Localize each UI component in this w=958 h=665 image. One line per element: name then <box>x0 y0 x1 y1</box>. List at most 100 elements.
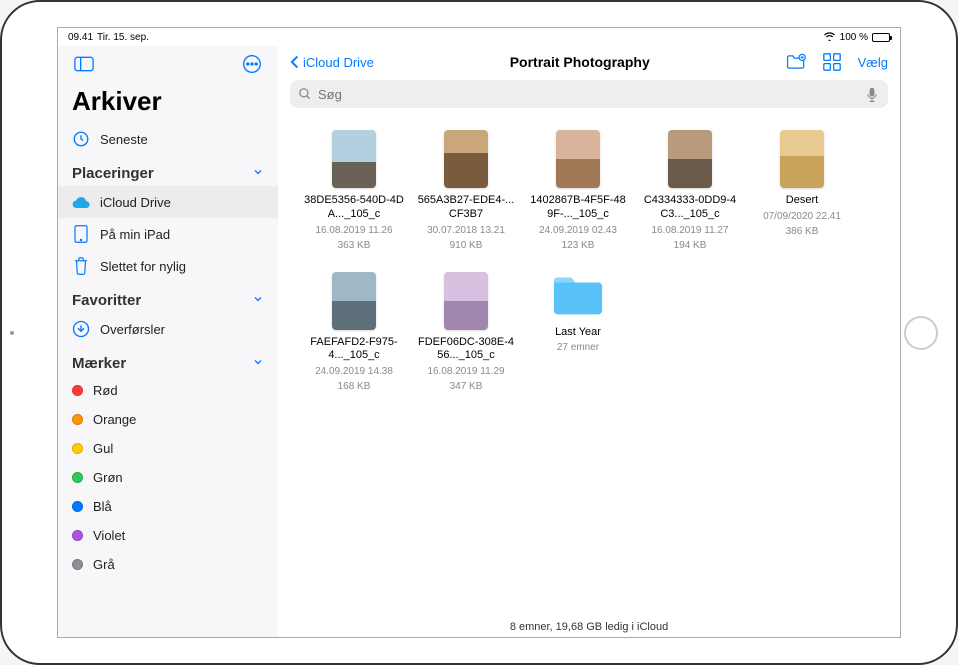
download-icon <box>72 320 90 338</box>
file-size: 363 KB <box>338 239 371 252</box>
sidebar-toggle-icon[interactable] <box>72 52 96 76</box>
folder-icon <box>549 272 607 320</box>
sidebar-item-label: iCloud Drive <box>100 195 171 210</box>
file-size: 168 KB <box>338 380 371 393</box>
sidebar-item-on-my-ipad[interactable]: På min iPad <box>58 218 278 250</box>
file-item[interactable]: FDEF06DC-308E-456..._105_c 16.08.2019 11… <box>410 266 522 408</box>
sidebar-tag-item[interactable]: Grøn <box>58 463 278 492</box>
file-name: 38DE5356-540D-4DA..._105_c <box>304 194 404 222</box>
file-thumbnail <box>332 272 376 330</box>
file-name: Last Year <box>555 326 601 340</box>
file-size: 347 KB <box>450 380 483 393</box>
tag-dot-icon <box>72 472 83 483</box>
chevron-down-icon <box>252 165 264 182</box>
more-icon[interactable] <box>240 52 264 76</box>
file-size: 386 KB <box>786 225 819 238</box>
sidebar: Arkiver Seneste Placeringer <box>58 46 278 637</box>
mic-icon[interactable] <box>866 87 880 101</box>
file-date: 16.08.2019 11.26 <box>315 224 392 237</box>
select-button[interactable]: Vælg <box>858 55 888 70</box>
sidebar-tag-item[interactable]: Violet <box>58 521 278 550</box>
file-size: 194 KB <box>674 239 707 252</box>
status-date: Tir. 15. sep. <box>97 32 149 43</box>
sidebar-item-label: Grøn <box>93 470 123 485</box>
sidebar-item-label: Gul <box>93 441 113 456</box>
file-name: 565A3B27-EDE4-...CF3B7 <box>416 194 516 222</box>
page-title: Portrait Photography <box>510 54 650 70</box>
sidebar-item-label: Rød <box>93 383 118 398</box>
file-size: 123 KB <box>562 239 595 252</box>
file-thumbnail <box>444 272 488 330</box>
sidebar-tag-item[interactable]: Grå <box>58 550 278 579</box>
search-field[interactable] <box>290 80 888 108</box>
ipad-icon <box>72 225 90 243</box>
sidebar-item-icloud-drive[interactable]: iCloud Drive <box>58 186 278 218</box>
file-item[interactable]: C4334333-0DD9-4C3..._105_c 16.08.2019 11… <box>634 124 746 266</box>
file-item[interactable]: Desert 07/09/2020 22.41 386 KB <box>746 124 858 266</box>
wifi-icon <box>823 33 836 41</box>
footer-status: 8 emner, 19,68 GB ledig i iCloud <box>278 615 900 637</box>
sidebar-item-downloads[interactable]: Overførsler <box>58 313 278 345</box>
file-thumbnail <box>556 130 600 188</box>
file-date: 24.09.2019 14.38 <box>315 365 393 378</box>
file-name: FAEFAFD2-F975-4..._105_c <box>304 336 404 364</box>
sidebar-item-recent[interactable]: Seneste <box>58 123 278 155</box>
view-grid-button[interactable] <box>822 52 842 72</box>
battery-icon <box>872 33 890 42</box>
file-name: C4334333-0DD9-4C3..._105_c <box>640 194 740 222</box>
sidebar-tag-item[interactable]: Rød <box>58 376 278 405</box>
chevron-down-icon <box>252 292 264 309</box>
search-input[interactable] <box>318 87 860 102</box>
home-button[interactable] <box>904 316 938 350</box>
sidebar-item-label: Violet <box>93 528 125 543</box>
cloud-icon <box>72 193 90 211</box>
sidebar-item-label: Grå <box>93 557 115 572</box>
chevron-left-icon <box>290 55 300 69</box>
clock-icon <box>72 130 90 148</box>
file-item[interactable]: 1402867B-4F5F-489F-..._105_c 24.09.2019 … <box>522 124 634 266</box>
new-folder-button[interactable] <box>786 52 806 72</box>
content-area: iCloud Drive Portrait Photography Vælg <box>278 46 900 637</box>
file-date: 16.08.2019 11.29 <box>427 365 504 378</box>
sidebar-tag-item[interactable]: Orange <box>58 405 278 434</box>
sidebar-tag-item[interactable]: Blå <box>58 492 278 521</box>
tag-dot-icon <box>72 414 83 425</box>
sidebar-header-tags[interactable]: Mærker <box>58 345 278 376</box>
file-date: 16.08.2019 11.27 <box>651 224 728 237</box>
file-item[interactable]: 38DE5356-540D-4DA..._105_c 16.08.2019 11… <box>298 124 410 266</box>
sidebar-item-label: På min iPad <box>100 227 170 242</box>
sidebar-title: Arkiver <box>58 82 278 123</box>
sidebar-item-label: Overførsler <box>100 322 165 337</box>
status-time: 09.41 <box>68 32 93 43</box>
file-thumbnail <box>332 130 376 188</box>
sidebar-item-label: Slettet for nylig <box>100 259 186 274</box>
chevron-down-icon <box>252 355 264 372</box>
sidebar-tag-item[interactable]: Gul <box>58 434 278 463</box>
sidebar-item-label: Orange <box>93 412 136 427</box>
tag-dot-icon <box>72 501 83 512</box>
back-button[interactable]: iCloud Drive <box>290 55 374 70</box>
folder-item[interactable]: Last Year 27 emner <box>522 266 634 408</box>
tag-dot-icon <box>72 530 83 541</box>
file-date: 30.07.2018 13.21 <box>427 224 505 237</box>
sidebar-item-recently-deleted[interactable]: Slettet for nylig <box>58 250 278 282</box>
trash-icon <box>72 257 90 275</box>
file-thumbnail <box>444 130 488 188</box>
file-date: 07/09/2020 22.41 <box>763 210 841 223</box>
file-size: 910 KB <box>450 239 483 252</box>
file-name: FDEF06DC-308E-456..._105_c <box>416 336 516 364</box>
status-bar: 09.41 Tir. 15. sep. 100 % <box>58 28 900 46</box>
file-date: 24.09.2019 02.43 <box>539 224 617 237</box>
sidebar-header-favorites[interactable]: Favoritter <box>58 282 278 313</box>
sidebar-item-label: Seneste <box>100 132 148 147</box>
sidebar-item-label: Blå <box>93 499 112 514</box>
file-item[interactable]: FAEFAFD2-F975-4..._105_c 24.09.2019 14.3… <box>298 266 410 408</box>
sidebar-header-locations[interactable]: Placeringer <box>58 155 278 186</box>
tag-dot-icon <box>72 559 83 570</box>
file-item[interactable]: 565A3B27-EDE4-...CF3B7 30.07.2018 13.21 … <box>410 124 522 266</box>
file-grid: 38DE5356-540D-4DA..._105_c 16.08.2019 11… <box>278 116 900 615</box>
file-thumbnail <box>780 130 824 188</box>
file-name: 1402867B-4F5F-489F-..._105_c <box>528 194 628 222</box>
file-name: Desert <box>786 194 818 208</box>
tag-dot-icon <box>72 443 83 454</box>
